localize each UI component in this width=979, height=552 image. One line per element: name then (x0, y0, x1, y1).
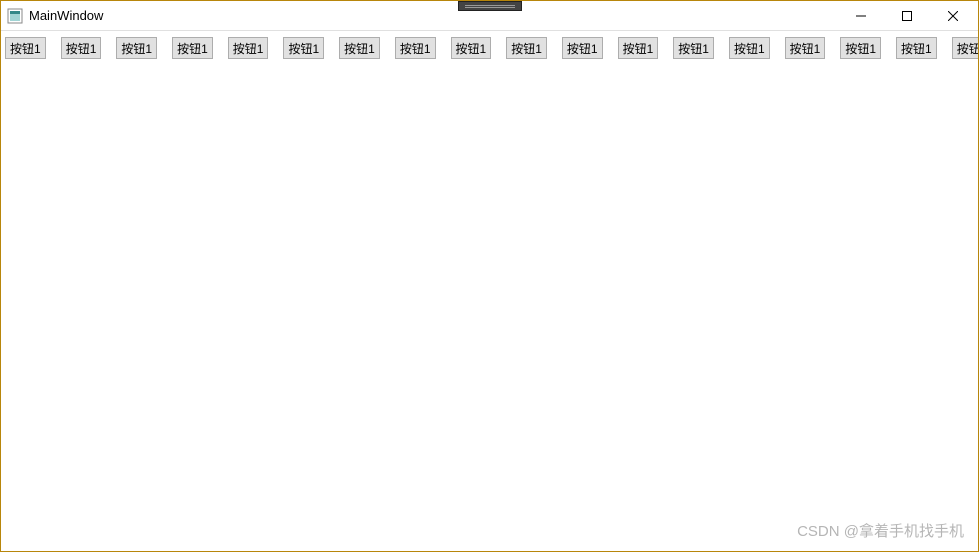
minimize-button[interactable] (838, 1, 884, 30)
toolbar-button-15[interactable]: 按钮1 (785, 37, 826, 59)
toolbar-button-12[interactable]: 按钮1 (618, 37, 659, 59)
toolbar-button-4[interactable]: 按钮1 (172, 37, 213, 59)
button-row: 按钮1 按钮1 按钮1 按钮1 按钮1 按钮1 按钮1 按钮1 按钮1 按钮1 按钮1 按钮1 按钮1 按… (5, 37, 974, 59)
toolbar-button-11[interactable]: 按钮1 (562, 37, 603, 59)
close-button[interactable] (930, 1, 976, 30)
maximize-button[interactable] (884, 1, 930, 30)
toolbar-button-13[interactable]: 按钮1 (673, 37, 714, 59)
toolbar-button-6[interactable]: 按钮1 (283, 37, 324, 59)
toolbar-button-5[interactable]: 按钮1 (228, 37, 269, 59)
toolbar-button-14[interactable]: 按钮1 (729, 37, 770, 59)
debug-handle[interactable] (458, 1, 522, 11)
toolbar-button-3[interactable]: 按钮1 (116, 37, 157, 59)
toolbar-button-16[interactable]: 按钮1 (840, 37, 881, 59)
toolbar-button-10[interactable]: 按钮1 (506, 37, 547, 59)
toolbar-button-2[interactable]: 按钮1 (61, 37, 102, 59)
toolbar-button-9[interactable]: 按钮1 (451, 37, 492, 59)
window-controls (838, 1, 976, 30)
app-icon (7, 8, 23, 24)
toolbar-button-18[interactable]: 按钮1 (952, 37, 978, 59)
window-title: MainWindow (29, 8, 838, 23)
client-area: 按钮1 按钮1 按钮1 按钮1 按钮1 按钮1 按钮1 按钮1 按钮1 按钮1 按钮1 按钮1 按钮1 按… (1, 31, 978, 551)
toolbar-button-8[interactable]: 按钮1 (395, 37, 436, 59)
toolbar-button-7[interactable]: 按钮1 (339, 37, 380, 59)
main-window: MainWindow 按钮1按钮1按钮1按钮1按钮1按钮1按钮1按钮1按钮1按钮… (0, 0, 979, 552)
toolbar-button-17[interactable]: 按钮1 (896, 37, 937, 59)
toolbar-button-1[interactable]: 按钮1 (5, 37, 46, 59)
